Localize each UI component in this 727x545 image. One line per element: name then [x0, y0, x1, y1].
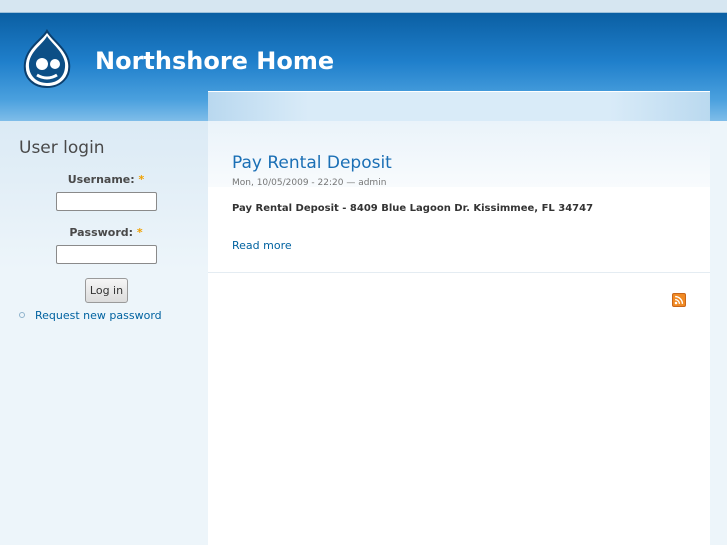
log-in-button[interactable]: Log in: [85, 278, 128, 303]
rss-feed-icon[interactable]: [672, 293, 686, 307]
list-bullet-icon: [19, 312, 25, 318]
username-label-text: Username:: [67, 173, 135, 186]
node-title-link[interactable]: Pay Rental Deposit: [232, 153, 392, 173]
password-label: Password: *: [31, 226, 181, 239]
user-login-title: User login: [19, 138, 105, 158]
read-more-link[interactable]: Read more: [232, 239, 292, 252]
password-label-text: Password:: [69, 226, 134, 239]
top-bar: [0, 0, 727, 13]
required-marker: *: [138, 173, 145, 186]
right-gutter: [710, 121, 727, 545]
required-marker: *: [136, 226, 143, 239]
node-divider: [208, 272, 710, 273]
site-name[interactable]: Northshore Home: [95, 47, 334, 75]
drupal-drop-logo-icon[interactable]: [19, 29, 75, 89]
username-input[interactable]: [56, 192, 157, 211]
password-input[interactable]: [56, 245, 157, 264]
request-new-password-link[interactable]: Request new password: [35, 309, 162, 322]
username-label: Username: *: [31, 173, 181, 186]
node-body-text: Pay Rental Deposit - 8409 Blue Lagoon Dr…: [232, 203, 594, 214]
content-tab-strip: [208, 91, 710, 122]
node-submitted-info: Mon, 10/05/2009 - 22:20 — admin: [232, 178, 387, 188]
